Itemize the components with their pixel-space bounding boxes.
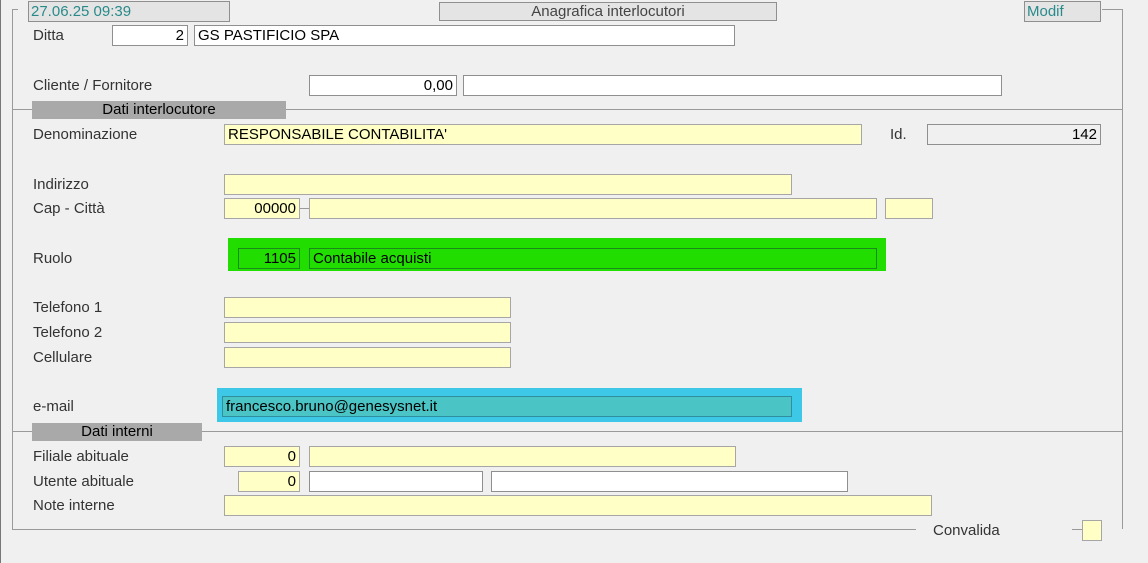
cellulare-field[interactable] (224, 347, 511, 368)
cliente-code-field[interactable]: 0,00 (309, 75, 457, 96)
cap-connector (300, 208, 309, 209)
filiale-label: Filiale abituale (33, 448, 129, 465)
ditta-name-field[interactable]: GS PASTIFICIO SPA (194, 25, 735, 46)
telefono1-field[interactable] (224, 297, 511, 318)
id-field: 142 (927, 124, 1101, 145)
utente-code-field[interactable]: 0 (238, 471, 300, 492)
denominazione-field[interactable]: RESPONSABILE CONTABILITA' (224, 124, 862, 145)
convalida-label: Convalida (933, 522, 1000, 539)
window-left-edge (0, 0, 1, 563)
convalida-field[interactable] (1082, 520, 1102, 541)
mode-indicator: Modif (1024, 1, 1101, 22)
frame-bottom-right-tick (1072, 529, 1082, 530)
cliente-name-field[interactable] (463, 75, 1002, 96)
cap-citta-label: Cap - Città (33, 200, 105, 217)
telefono1-label: Telefono 1 (33, 299, 103, 316)
ruolo-desc-field[interactable]: Contabile acquisti (309, 248, 877, 269)
window-title: Anagrafica interlocutori (439, 2, 777, 21)
frame-top-tick-right (1102, 9, 1123, 10)
cliente-label: Cliente / Fornitore (33, 77, 153, 94)
indirizzo-label: Indirizzo (33, 176, 89, 193)
indirizzo-field[interactable] (224, 174, 792, 195)
filiale-desc-field[interactable] (309, 446, 736, 467)
ditta-code-field[interactable]: 2 (112, 25, 188, 46)
telefono2-field[interactable] (224, 322, 511, 343)
utente-label: Utente abituale (33, 473, 134, 490)
provincia-field[interactable] (885, 198, 933, 219)
utente-desc1-field[interactable] (309, 471, 483, 492)
utente-desc2-field[interactable] (491, 471, 848, 492)
section-header-interlocutore: Dati interlocutore (32, 101, 286, 119)
email-label: e-mail (33, 398, 74, 415)
cap-field[interactable]: 00000 (224, 198, 300, 219)
frame-left-line (12, 9, 13, 529)
email-field[interactable]: francesco.bruno@genesysnet.it (222, 396, 792, 417)
ditta-label: Ditta (33, 27, 64, 44)
telefono2-label: Telefono 2 (33, 324, 103, 341)
section-header-interni: Dati interni (32, 423, 202, 441)
denominazione-label: Denominazione (33, 126, 138, 143)
note-label: Note interne (33, 497, 115, 514)
frame-top-tick-left (12, 9, 18, 10)
ruolo-label: Ruolo (33, 250, 73, 267)
datetime-display: 27.06.25 09:39 (28, 1, 230, 22)
ruolo-code-field[interactable]: 1105 (238, 248, 300, 269)
citta-field[interactable] (309, 198, 877, 219)
filiale-code-field[interactable]: 0 (224, 446, 300, 467)
frame-right-line (1122, 9, 1123, 529)
cellulare-label: Cellulare (33, 349, 93, 366)
note-field[interactable] (224, 495, 932, 516)
id-label: Id. (890, 126, 907, 143)
frame-bottom-line (12, 529, 916, 530)
